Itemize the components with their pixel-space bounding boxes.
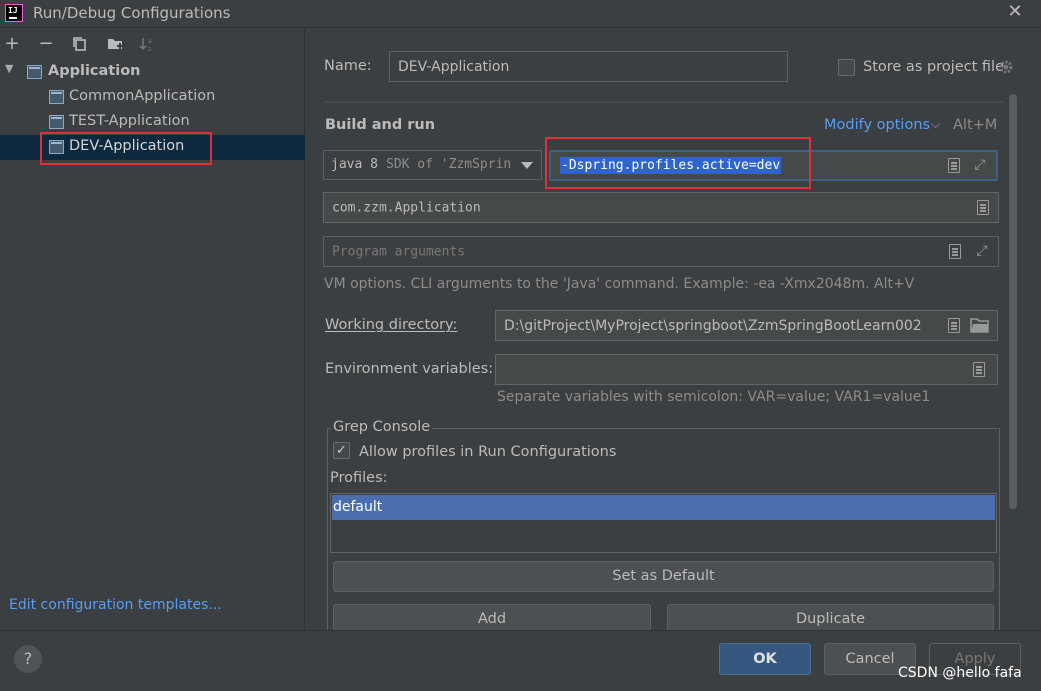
window-title: Run/Debug Configurations xyxy=(33,4,231,22)
close-icon[interactable]: ✕ xyxy=(1004,2,1026,24)
section-divider xyxy=(324,101,1004,103)
document-icon[interactable] xyxy=(977,200,989,215)
application-icon xyxy=(27,65,42,79)
add-profile-button[interactable]: Add xyxy=(333,604,651,630)
profile-item[interactable]: default xyxy=(332,495,995,520)
tree-item-label: CommonApplication xyxy=(69,88,216,104)
working-directory-label: Working directory: xyxy=(325,317,458,333)
name-label: Name: xyxy=(324,58,372,74)
configurations-sidebar: + − az ▼ Application CommonApplication T… xyxy=(0,29,305,630)
remove-configuration-icon[interactable]: − xyxy=(36,35,56,55)
tree-item-label: TEST-Application xyxy=(69,113,190,129)
watermark-text: CSDN @hello fafa xyxy=(898,665,1022,681)
vm-options-hint: VM options. CLI arguments to the 'Java' … xyxy=(324,276,915,292)
environment-variables-hint: Separate variables with semicolon: VAR=v… xyxy=(497,389,931,405)
modify-options-link[interactable]: Modify options xyxy=(824,117,930,133)
document-icon[interactable] xyxy=(948,318,960,333)
copy-configuration-icon[interactable] xyxy=(70,35,90,55)
intellij-logo-icon: IJ xyxy=(5,4,23,22)
name-input[interactable]: DEV-Application xyxy=(389,51,788,82)
add-configuration-icon[interactable]: + xyxy=(2,35,22,55)
allow-profiles-label: Allow profiles in Run Configurations xyxy=(359,444,617,460)
highlight-box xyxy=(545,137,811,189)
application-icon xyxy=(49,90,64,104)
jdk-select[interactable]: java 8 SDK of 'ZzmSprin xyxy=(323,150,542,180)
name-value: DEV-Application xyxy=(398,58,510,75)
store-project-file-checkbox[interactable] xyxy=(838,59,855,76)
chevron-down-icon[interactable]: ▼ xyxy=(5,62,13,75)
build-and-run-heading: Build and run xyxy=(325,117,436,133)
main-class-input[interactable]: com.zzm.Application xyxy=(323,192,999,223)
jdk-description: SDK of 'ZzmSprin xyxy=(386,157,512,172)
program-arguments-input[interactable]: Program arguments ⤢ xyxy=(323,236,999,267)
profiles-label: Profiles: xyxy=(330,470,388,486)
expand-icon[interactable]: ⤢ xyxy=(974,243,990,259)
modify-options-shortcut: Alt+M xyxy=(953,117,998,133)
program-arguments-placeholder: Program arguments xyxy=(332,244,466,259)
vertical-scrollbar[interactable] xyxy=(1009,94,1017,509)
expand-icon[interactable]: ⤢ xyxy=(972,157,988,173)
chevron-down-icon[interactable]: ⌵ xyxy=(931,117,940,132)
set-as-default-button[interactable]: Set as Default xyxy=(333,561,994,592)
folder-icon[interactable] xyxy=(970,316,990,334)
duplicate-profile-button[interactable]: Duplicate xyxy=(667,604,994,630)
profiles-list[interactable]: default xyxy=(330,493,997,553)
working-directory-value: D:\gitProject\MyProject\springboot\ZzmSp… xyxy=(504,317,922,334)
jdk-version: java 8 xyxy=(331,157,378,172)
highlight-box xyxy=(40,132,212,165)
main-class-value: com.zzm.Application xyxy=(332,200,481,215)
edit-configuration-templates-link[interactable]: Edit configuration templates... xyxy=(9,597,222,613)
tree-item-common-application[interactable]: CommonApplication xyxy=(0,85,305,110)
document-icon[interactable] xyxy=(973,362,985,377)
sort-icon[interactable]: az xyxy=(138,35,158,55)
document-icon[interactable] xyxy=(949,244,961,259)
store-project-file-label: Store as project file xyxy=(863,59,1004,75)
tree-node-application[interactable]: ▼ Application xyxy=(0,60,305,85)
application-icon xyxy=(49,115,64,129)
grep-console-title: Grep Console xyxy=(331,419,433,435)
dropdown-arrow-icon[interactable] xyxy=(521,162,533,169)
configuration-editor: Name: DEV-Application Store as project f… xyxy=(306,29,1041,630)
svg-text:a: a xyxy=(148,38,152,45)
svg-text:z: z xyxy=(148,46,151,53)
allow-profiles-checkbox[interactable]: ✓ xyxy=(333,442,350,459)
gear-icon[interactable] xyxy=(997,58,1015,76)
document-icon[interactable] xyxy=(948,158,960,173)
environment-variables-label: Environment variables: xyxy=(325,361,494,377)
logo-text: IJ xyxy=(8,6,18,15)
environment-variables-input[interactable] xyxy=(495,354,998,385)
tree-root-label: Application xyxy=(48,63,141,79)
ok-button[interactable]: OK xyxy=(719,643,811,675)
folder-add-icon[interactable] xyxy=(105,35,125,55)
working-directory-input[interactable]: D:\gitProject\MyProject\springboot\ZzmSp… xyxy=(495,310,998,341)
help-button[interactable]: ? xyxy=(14,645,42,673)
